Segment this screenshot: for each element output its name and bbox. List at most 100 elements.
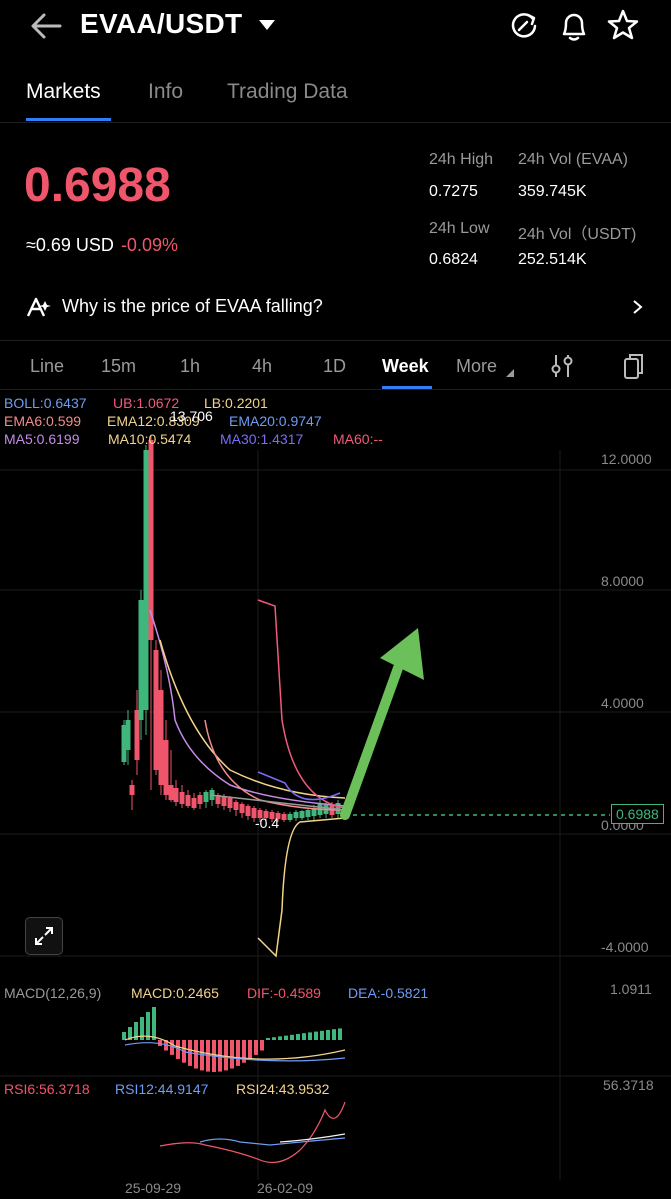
refresh-icon[interactable]: [508, 10, 540, 42]
last-price-tag: 0.6988: [611, 804, 664, 824]
interval-15m[interactable]: 15m: [101, 356, 136, 377]
divider: [0, 340, 671, 341]
interval-1d[interactable]: 1D: [323, 356, 346, 377]
candle-body: [191, 798, 197, 808]
rsi12-line: [199, 1137, 346, 1146]
active-tab-indicator: [26, 118, 111, 121]
vol-base-label: 24h Vol (EVAA): [518, 151, 628, 168]
candle-body: [245, 806, 251, 816]
price-insight-row[interactable]: Why is the price of EVAA falling?: [0, 285, 671, 330]
rsi24-value: RSI24:43.9532: [236, 1081, 330, 1097]
date-label: 25-09-29: [125, 1180, 182, 1196]
ma60-label: MA60:--: [333, 431, 383, 447]
vol-base-value: 359.745K: [518, 183, 587, 200]
candle-body: [173, 788, 179, 802]
kline-chart[interactable]: [0, 390, 671, 1199]
last-price: 0.6988: [24, 159, 171, 212]
low-label: 24h Low: [429, 220, 490, 237]
vol-quote-label: 24h Vol（USDT): [518, 226, 637, 243]
candle-body: [305, 810, 311, 817]
candle-body: [203, 792, 209, 802]
trend-arrow: [340, 628, 424, 820]
bell-icon[interactable]: [558, 9, 590, 43]
rsi6-value: RSI6:56.3718: [4, 1081, 90, 1097]
expand-icon: [35, 927, 53, 945]
candle-body: [287, 814, 293, 820]
macd-params: MACD(12,26,9): [4, 985, 102, 1001]
macd-bar: [314, 1031, 318, 1040]
chevron-right-icon: [633, 300, 643, 314]
candle-body: [293, 812, 299, 818]
ma5-label: MA5:0.6199: [4, 431, 80, 447]
fullscreen-button[interactable]: [25, 917, 63, 955]
tab-trading-data[interactable]: Trading Data: [227, 80, 348, 104]
rsi6-line: [159, 1101, 346, 1163]
pair-title[interactable]: EVAA/USDT: [80, 8, 242, 40]
candle-body: [163, 740, 169, 795]
interval-week[interactable]: Week: [382, 356, 429, 377]
ema12-line: [159, 639, 346, 799]
high-label: 24h High: [429, 151, 494, 168]
interval-more[interactable]: More: [456, 356, 497, 377]
price-change: -0.09%: [120, 235, 178, 255]
ema6-label: EMA6:0.599: [4, 413, 82, 429]
macd-bar: [320, 1030, 324, 1040]
candle-body: [125, 720, 131, 750]
interval-line[interactable]: Line: [30, 356, 64, 377]
insight-text: Why is the price of EVAA falling?: [62, 296, 323, 316]
candle-body: [281, 814, 287, 820]
indicator-settings-icon[interactable]: [550, 353, 574, 379]
macd-bar: [308, 1032, 312, 1040]
macd-bar: [266, 1038, 270, 1040]
usd-equivalent: ≈0.69 USD -0.09%: [26, 235, 178, 256]
tab-markets[interactable]: Markets: [26, 80, 101, 104]
candle-body: [129, 785, 135, 795]
candle-body: [239, 804, 245, 813]
macd-bar: [284, 1035, 288, 1040]
macd-bar: [248, 1040, 252, 1059]
interval-4h[interactable]: 4h: [252, 356, 272, 377]
macd-bar: [260, 1040, 264, 1051]
candle-body: [185, 795, 191, 806]
star-icon[interactable]: [606, 8, 640, 42]
boll-lb-line: [257, 817, 346, 958]
candle-body: [148, 440, 154, 640]
rsi-axis: 56.3718: [603, 1077, 654, 1093]
macd-bar: [338, 1028, 342, 1040]
macd-bar: [296, 1034, 300, 1040]
macd-bar: [302, 1033, 306, 1040]
high-value: 0.7275: [429, 183, 478, 200]
macd-bar: [278, 1036, 282, 1040]
tab-info[interactable]: Info: [148, 80, 183, 104]
ma10-label: MA10:0.5474: [108, 431, 192, 447]
ma30-label: MA30:1.4317: [220, 431, 304, 447]
candle-body: [179, 792, 185, 804]
candles: [121, 435, 341, 822]
rsi12-value: RSI12:44.9147: [115, 1081, 209, 1097]
candle-body: [153, 650, 159, 770]
lb-label: LB:0.2201: [204, 395, 268, 411]
usd-value: ≈0.69 USD: [26, 235, 114, 255]
low-marker: -0.4: [255, 815, 280, 831]
macd-bar: [254, 1040, 258, 1055]
macd-bar: [224, 1040, 228, 1071]
chevron-down-icon[interactable]: [258, 18, 276, 32]
copy-icon[interactable]: [622, 352, 646, 380]
ai-insight-icon: [26, 297, 51, 317]
macd-bar: [332, 1029, 336, 1040]
macd-bar: [152, 1007, 156, 1040]
macd-bar: [236, 1040, 240, 1066]
macd-bar: [122, 1032, 126, 1040]
ema20-label: EMA20:0.9747: [229, 413, 322, 429]
macd-bar: [272, 1037, 276, 1040]
macd-bar: [290, 1034, 294, 1040]
macd-axis: 1.0911: [610, 981, 652, 997]
boll-label: BOLL:0.6437: [4, 395, 87, 411]
more-triangle-icon: [506, 369, 514, 377]
macd-bars: [122, 1007, 342, 1072]
candle-body: [158, 690, 164, 785]
dif-value: DIF:-0.4589: [247, 985, 321, 1001]
top-bar: EVAA/USDT: [0, 0, 671, 60]
interval-1h[interactable]: 1h: [180, 356, 200, 377]
back-arrow-icon[interactable]: [30, 12, 64, 40]
